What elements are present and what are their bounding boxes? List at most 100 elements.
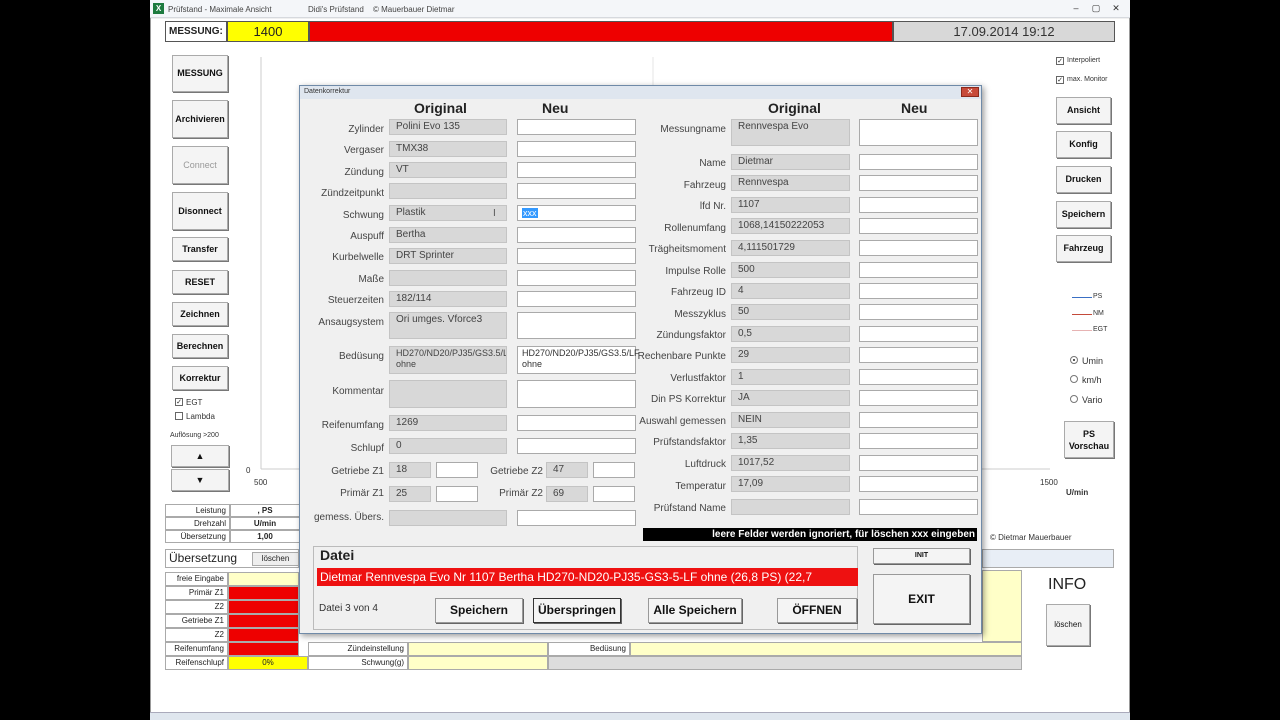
pruefstand-name-neu-input[interactable] xyxy=(859,499,978,515)
rechenbare-punkte-neu-input[interactable] xyxy=(859,347,978,363)
kurbelwelle-neu-input[interactable] xyxy=(517,248,636,264)
pruefstandsfaktor-neu-input[interactable] xyxy=(859,433,978,449)
freie-eingabe-cell[interactable] xyxy=(228,572,299,586)
minimize-icon[interactable]: – xyxy=(1070,3,1082,14)
uebersetzung-loeschen-button[interactable]: löschen xyxy=(252,552,299,566)
maximize-icon[interactable]: ▢ xyxy=(1090,3,1102,14)
right-yellow-cell[interactable] xyxy=(982,570,1022,642)
auspuff-neu-input[interactable] xyxy=(517,227,636,243)
down-arrow-button[interactable]: ▼ xyxy=(171,469,229,491)
zuendzeitpunkt-neu-input[interactable] xyxy=(517,183,636,199)
zeichnen-button[interactable]: Zeichnen xyxy=(172,302,228,326)
zuendungsfaktor-neu-input[interactable] xyxy=(859,326,978,342)
primaer-z2-cell[interactable] xyxy=(228,600,299,614)
vario-radio[interactable] xyxy=(1070,395,1078,403)
fahrzeug-neu-input[interactable] xyxy=(859,175,978,191)
auswahl-gemessen-neu-input[interactable] xyxy=(859,412,978,428)
lfd-nr-neu-input[interactable] xyxy=(859,197,978,213)
getriebe-z1-label: Getriebe Z1 xyxy=(165,614,228,628)
zylinder-neu-input[interactable] xyxy=(517,119,636,135)
excel-icon: X xyxy=(153,3,164,14)
din-ps-korrektur-original: JA xyxy=(731,390,850,406)
gemess-uebers-neu-input[interactable] xyxy=(517,510,636,526)
dialog-close-icon[interactable]: ✕ xyxy=(961,87,979,97)
traegheitsmoment-neu-input[interactable] xyxy=(859,240,978,256)
copyright-text: © Dietmar Mauerbauer xyxy=(990,533,1072,542)
kmh-radio[interactable] xyxy=(1070,375,1078,383)
zuendeinstellung-cell[interactable] xyxy=(408,642,548,656)
fahrzeug-id-neu-input[interactable] xyxy=(859,283,978,299)
berechnen-button[interactable]: Berechnen xyxy=(172,334,228,358)
ansicht-button[interactable]: Ansicht xyxy=(1056,97,1111,124)
disconnect-button[interactable]: Disonnect xyxy=(172,192,228,230)
zuendung-neu-input[interactable] xyxy=(517,162,636,178)
getriebe-z1-cell[interactable] xyxy=(228,614,299,628)
reifenumfang-cell[interactable] xyxy=(228,642,299,656)
freie-eingabe-label: freie Eingabe xyxy=(165,572,228,586)
legend-nm-line xyxy=(1072,314,1092,315)
dialog-speichern-button[interactable]: Speichern xyxy=(435,598,523,623)
exit-button[interactable]: EXIT xyxy=(873,574,970,624)
reset-button[interactable]: RESET xyxy=(172,270,228,294)
masse-neu-input[interactable] xyxy=(517,270,636,286)
impulse-rolle-neu-input[interactable] xyxy=(859,262,978,278)
oeffnen-button[interactable]: ÖFFNEN xyxy=(777,598,857,623)
vergaser-neu-input[interactable] xyxy=(517,141,636,157)
fahrzeug-button[interactable]: Fahrzeug xyxy=(1056,235,1111,262)
umin-radio[interactable] xyxy=(1070,356,1078,364)
primaer-z2-neu-input[interactable] xyxy=(593,486,635,502)
init-button[interactable]: INIT xyxy=(873,548,970,564)
messung-button[interactable]: MESSUNG xyxy=(172,55,228,92)
info-loeschen-button[interactable]: löschen xyxy=(1046,604,1090,646)
konfig-button[interactable]: Konfig xyxy=(1056,131,1111,158)
rechenbare-punkte-label: Rechenbare Punkte xyxy=(637,351,726,362)
korrektur-button[interactable]: Korrektur xyxy=(172,366,228,390)
kommentar-neu-input[interactable] xyxy=(517,380,636,408)
temperatur-neu-input[interactable] xyxy=(859,476,978,492)
archivieren-button[interactable]: Archivieren xyxy=(172,100,228,138)
getriebe-z1-neu-input[interactable] xyxy=(436,462,478,478)
drucken-button[interactable]: Drucken xyxy=(1056,166,1111,193)
getriebe-z2-neu-input[interactable] xyxy=(593,462,635,478)
max-monitor-checkbox[interactable]: ✓ xyxy=(1056,76,1064,84)
reifenschlupf-value[interactable]: 0% xyxy=(228,656,308,670)
interpoliert-checkbox[interactable]: ✓ xyxy=(1056,57,1064,65)
schwung-neu-input[interactable]: xxx xyxy=(517,205,636,221)
ansaugsystem-neu-input[interactable] xyxy=(517,312,636,339)
zuendungsfaktor-label: Zündungsfaktor xyxy=(656,330,727,341)
name-neu-input[interactable] xyxy=(859,154,978,170)
ueberspringen-button[interactable]: Überspringen xyxy=(533,598,621,623)
beduesung-neu-input[interactable]: HD270/ND20/PJ35/GS3.5/LF ohne xyxy=(517,346,640,374)
beduesung-cell[interactable] xyxy=(630,642,1022,656)
close-icon[interactable]: ✕ xyxy=(1110,3,1122,14)
rollenumfang-neu-input[interactable] xyxy=(859,218,978,234)
verlustfaktor-neu-input[interactable] xyxy=(859,369,978,385)
pruefstand-name-original xyxy=(731,499,850,515)
reifenschlupf-label: Reifenschlupf xyxy=(165,656,228,670)
messzyklus-neu-input[interactable] xyxy=(859,304,978,320)
info-label: INFO xyxy=(1048,576,1087,593)
lambda-checkbox[interactable] xyxy=(175,412,183,420)
primaer-z1-dialog-label: Primär Z1 xyxy=(340,488,384,499)
luftdruck-neu-input[interactable] xyxy=(859,455,978,471)
messungname-neu-input[interactable] xyxy=(859,119,978,146)
primaer-z1-neu-input[interactable] xyxy=(436,486,478,502)
ps-vorschau-button[interactable]: PS Vorschau xyxy=(1064,421,1114,458)
egt-checkbox[interactable]: ✓ xyxy=(175,398,183,406)
masse-label: Maße xyxy=(358,274,384,285)
up-arrow-button[interactable]: ▲ xyxy=(171,445,229,467)
alle-speichern-button[interactable]: Alle Speichern xyxy=(648,598,742,623)
transfer-button[interactable]: Transfer xyxy=(172,237,228,261)
din-ps-korrektur-neu-input[interactable] xyxy=(859,390,978,406)
connect-button[interactable]: Connect xyxy=(172,146,228,184)
schlupf-neu-input[interactable] xyxy=(517,438,636,454)
steuerzeiten-neu-input[interactable] xyxy=(517,291,636,307)
reifenumfang-neu-input[interactable] xyxy=(517,415,636,431)
title-app: Prüfstand - Maximale Ansicht xyxy=(168,5,272,14)
speichern-button[interactable]: Speichern xyxy=(1056,201,1111,228)
zuendung-label: Zündung xyxy=(344,167,384,178)
primaer-z1-cell[interactable] xyxy=(228,586,299,600)
schwung-cell[interactable] xyxy=(408,656,548,670)
messung-label: MESSUNG: xyxy=(165,21,227,42)
getriebe-z2-cell[interactable] xyxy=(228,628,299,642)
